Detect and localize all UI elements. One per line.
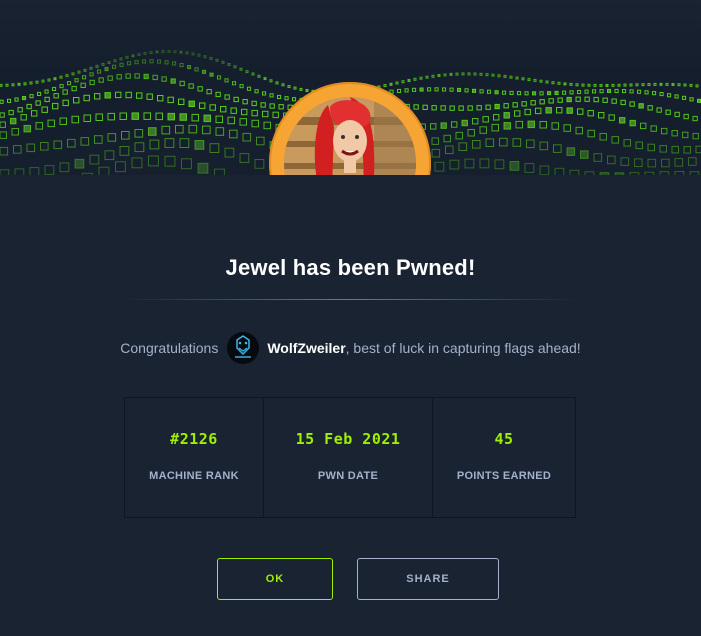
user-avatar[interactable] (227, 332, 259, 364)
username-link[interactable]: WolfZweiler (267, 340, 345, 356)
pwned-title: Jewel has been Pwned! (0, 255, 701, 281)
stat-label: MACHINE RANK (149, 470, 239, 482)
congrats-prefix: Congratulations (120, 340, 218, 356)
stats-panel: #2126 MACHINE RANK 15 Feb 2021 PWN DATE … (124, 397, 576, 518)
title-divider (122, 299, 579, 300)
congratulations-message: Congratulations WolfZweiler , best of lu… (0, 332, 701, 364)
congrats-suffix: , best of luck in capturing flags ahead! (346, 340, 581, 356)
stat-machine-rank: #2126 MACHINE RANK (125, 398, 264, 517)
stat-value: 45 (494, 430, 513, 448)
stat-label: PWN DATE (318, 470, 378, 482)
stat-value: #2126 (170, 430, 218, 448)
stat-points-earned: 45 POINTS EARNED (433, 398, 575, 517)
red-haired-woman-avatar-icon (284, 97, 416, 175)
stat-value: 15 Feb 2021 (296, 430, 401, 448)
ok-button[interactable]: OK (217, 558, 333, 600)
banner-wave-graphic (0, 0, 701, 175)
stat-pwn-date: 15 Feb 2021 PWN DATE (264, 398, 433, 517)
stat-label: POINTS EARNED (457, 470, 551, 482)
share-button[interactable]: SHARE (357, 558, 499, 600)
